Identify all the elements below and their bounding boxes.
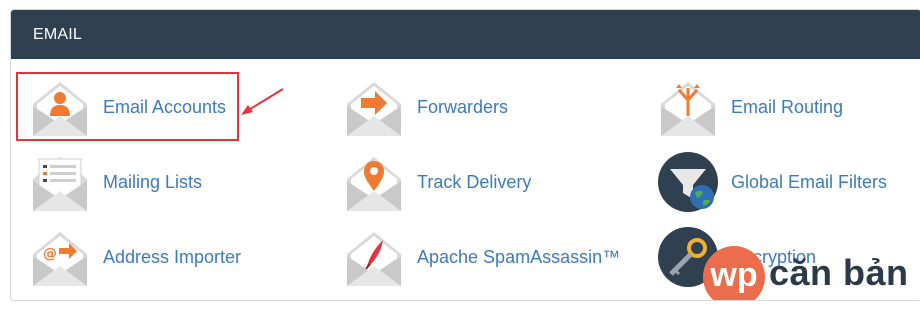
global-email-filters-label: Global Email Filters [731,171,888,192]
forwarders-label: Forwarders [417,96,509,117]
forwarders-icon [347,82,401,136]
watermark-text: căn bản [769,252,909,293]
track-delivery-link[interactable]: Track Delivery [343,151,531,213]
track-delivery-icon [347,157,401,211]
address-importer-icon: @ [33,232,87,286]
panel-title: EMAIL [11,10,920,59]
email-routing-icon [661,82,715,136]
spamassassin-link[interactable]: Apache SpamAssassin™ [343,226,620,288]
mailing-lists-icon [33,157,87,211]
brand-watermark: wp căn bản [703,246,920,300]
forwarders-link[interactable]: Forwarders [343,76,508,138]
email-routing-link[interactable]: Email Routing [657,76,843,138]
pointer-arrow-icon [241,88,284,115]
global-email-filters-link[interactable]: Global Email Filters [657,151,887,213]
svg-text:@: @ [43,246,57,262]
global-email-filters-icon [658,152,718,212]
selection-highlight-box [16,72,239,141]
address-importer-link[interactable]: @ Address Importer [29,226,241,288]
watermark-logo: wp [703,246,765,300]
mailing-lists-link[interactable]: Mailing Lists [29,151,202,213]
spamassassin-label: Apache SpamAssassin™ [417,246,621,267]
email-panel: EMAIL Email Accounts Forwarders Email Ro… [10,9,920,301]
track-delivery-label: Track Delivery [417,171,532,192]
email-routing-label: Email Routing [731,96,844,117]
spamassassin-icon [347,232,401,286]
address-importer-label: Address Importer [103,246,242,267]
mailing-lists-label: Mailing Lists [103,171,203,192]
